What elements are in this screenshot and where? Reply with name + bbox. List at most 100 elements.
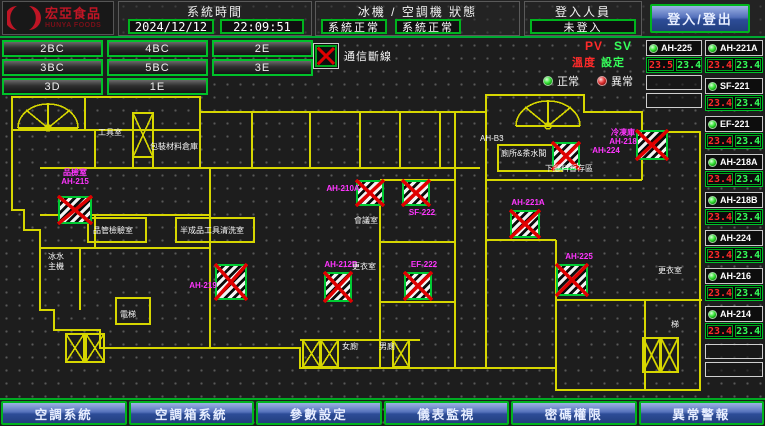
brand-logo: 宏亞食品 HUNYA FOODS: [2, 1, 114, 35]
sv-label: SV: [614, 39, 632, 53]
plan-unit-label: AH-224: [583, 146, 629, 155]
room-label-1: 包裝材料倉庫: [150, 142, 198, 152]
plan-unit-ah-212b[interactable]: [324, 272, 352, 302]
unit-name-label: EF-221: [720, 119, 750, 129]
unit-values-ah-221a: 23.423.4: [705, 57, 763, 73]
unit-status-ah-225[interactable]: AH-225: [646, 40, 702, 56]
unit-sv-value: 23.4: [735, 97, 761, 109]
offline-x-icon: [323, 271, 353, 303]
room-label-3: 廁所&茶水間: [501, 149, 546, 159]
offline-x-icon: [401, 179, 431, 207]
floor-plan: 品檢室 AH-215 AH-219 AH-212B AH-210A SF-222…: [0, 92, 765, 398]
footer-button-6[interactable]: 異常警報: [639, 401, 765, 425]
pv-label: PV: [585, 39, 603, 53]
plan-unit-label: SF-222: [399, 208, 445, 217]
room-label-13: 女廁: [342, 342, 358, 352]
comm-offline-label: 通信斷線: [344, 48, 392, 64]
unit-name-label: AH-225: [661, 43, 692, 53]
login-logout-button[interactable]: 登入/登出: [650, 4, 750, 33]
unit-sv-value: 23.4: [735, 211, 761, 223]
unit-values-ef-221: 23.423.4: [705, 133, 763, 149]
setting-label-right: 設定: [601, 54, 625, 70]
footer-menu: 空調系統空調箱系統參數設定儀表監視密碼權限異常警報: [0, 398, 765, 426]
abnormal-led-icon: [597, 76, 607, 86]
unit-status-ah-218b[interactable]: AH-218B: [705, 192, 763, 208]
footer-button-3[interactable]: 參數設定: [256, 401, 382, 425]
comm-offline-icon: [313, 43, 339, 69]
offline-x-icon: [57, 195, 93, 225]
unit-status-ah-214[interactable]: AH-214: [705, 306, 763, 322]
floor-button-3e[interactable]: 3E: [212, 59, 313, 76]
offline-x-icon: [403, 271, 433, 301]
footer-button-1[interactable]: 空調系統: [1, 401, 127, 425]
room-label-4: 下腳料暫存區: [545, 164, 593, 174]
room-label-12: 梯: [671, 320, 679, 330]
plan-unit-ah-221a[interactable]: [510, 210, 540, 238]
footer-button-4[interactable]: 儀表監視: [384, 401, 510, 425]
setting-label-left: 溫度: [572, 54, 596, 70]
floor-button-2e[interactable]: 2E: [212, 40, 313, 57]
unit-pv-value: 23.4: [707, 211, 733, 223]
unit-led-icon: [708, 158, 717, 167]
machine-status-label: 冰機 / 空調機 狀態: [316, 3, 519, 20]
unit-pv-value: 23.4: [707, 249, 733, 261]
floor-button-4bc[interactable]: 4BC: [107, 40, 208, 57]
plan-unit-label: EF-222: [401, 260, 447, 269]
room-label-14: 男廁: [379, 342, 395, 352]
login-user-field: 未登入: [530, 19, 636, 34]
offline-x-icon: [555, 263, 589, 297]
unit-slot-empty: [705, 362, 763, 377]
brand-sub: HUNYA FOODS: [45, 22, 101, 29]
room-label-9: 更衣室: [352, 262, 376, 272]
unit-led-icon: [708, 310, 717, 319]
unit-pv-value: 23.4: [707, 173, 733, 185]
plan-unit-label: AH-219: [180, 281, 226, 290]
unit-led-icon: [708, 196, 717, 205]
floor-button-5bc[interactable]: 5BC: [107, 59, 208, 76]
footer-button-2[interactable]: 空調箱系統: [129, 401, 255, 425]
stairs-icon: [18, 101, 580, 131]
unit-values-ah-214: 23.423.4: [705, 323, 763, 339]
floor-button-2bc[interactable]: 2BC: [2, 40, 103, 57]
unit-status-ah-216[interactable]: AH-216: [705, 268, 763, 284]
unit-name-label: AH-218A: [720, 157, 758, 167]
unit-name-label: AH-214: [720, 309, 751, 319]
unit-name-label: SF-221: [720, 81, 750, 91]
unit-status-ah-224[interactable]: AH-224: [705, 230, 763, 246]
ac-status-field: 系統正常: [395, 19, 461, 34]
plan-unit-ah-215[interactable]: [58, 196, 92, 224]
plan-unit-ah-225[interactable]: [556, 264, 588, 296]
unit-values-ah-224: 23.423.4: [705, 247, 763, 263]
normal-label: 正常: [557, 73, 579, 89]
unit-status-ef-221[interactable]: EF-221: [705, 116, 763, 132]
unit-status-ah-218a[interactable]: AH-218A: [705, 154, 763, 170]
plan-unit-label: AH-221A: [505, 198, 551, 207]
plan-unit-sf-222[interactable]: [402, 180, 430, 206]
room-label-5: 品管檢驗室: [93, 226, 133, 236]
floor-button-3bc[interactable]: 3BC: [2, 59, 103, 76]
unit-sv-value: 23.4: [735, 173, 761, 185]
unit-status-ah-221a[interactable]: AH-221A: [705, 40, 763, 56]
plan-unit-ef-222[interactable]: [404, 272, 432, 300]
unit-name-label: AH-218B: [720, 195, 758, 205]
unit-slot-empty: [646, 93, 702, 108]
unit-name-label: AH-224: [720, 233, 751, 243]
unit-led-icon: [708, 272, 717, 281]
unit-status-sf-221[interactable]: SF-221: [705, 78, 763, 94]
room-label-7: 冰水 主機: [48, 252, 64, 271]
room-label-10: 電梯: [120, 310, 136, 320]
unit-values-ah-218b: 23.423.4: [705, 209, 763, 225]
plan-unit-label: AH-225: [556, 252, 602, 261]
unit-pv-value: 23.5: [648, 59, 674, 71]
unit-sv-value: 23.4: [735, 249, 761, 261]
room-label-8: 會議室: [354, 216, 378, 226]
chiller-status-field: 系統正常: [321, 19, 387, 34]
system-clock-field: 22:09:51: [220, 19, 304, 34]
unit-pv-value: 23.4: [707, 287, 733, 299]
abnormal-label: 異常: [611, 73, 633, 89]
unit-slot-empty: [646, 75, 702, 90]
unit-sv-value: 23.4: [735, 59, 761, 71]
system-time-label: 系統時間: [119, 3, 311, 20]
room-label-2: AH-B3: [480, 134, 504, 144]
footer-button-5[interactable]: 密碼權限: [511, 401, 637, 425]
